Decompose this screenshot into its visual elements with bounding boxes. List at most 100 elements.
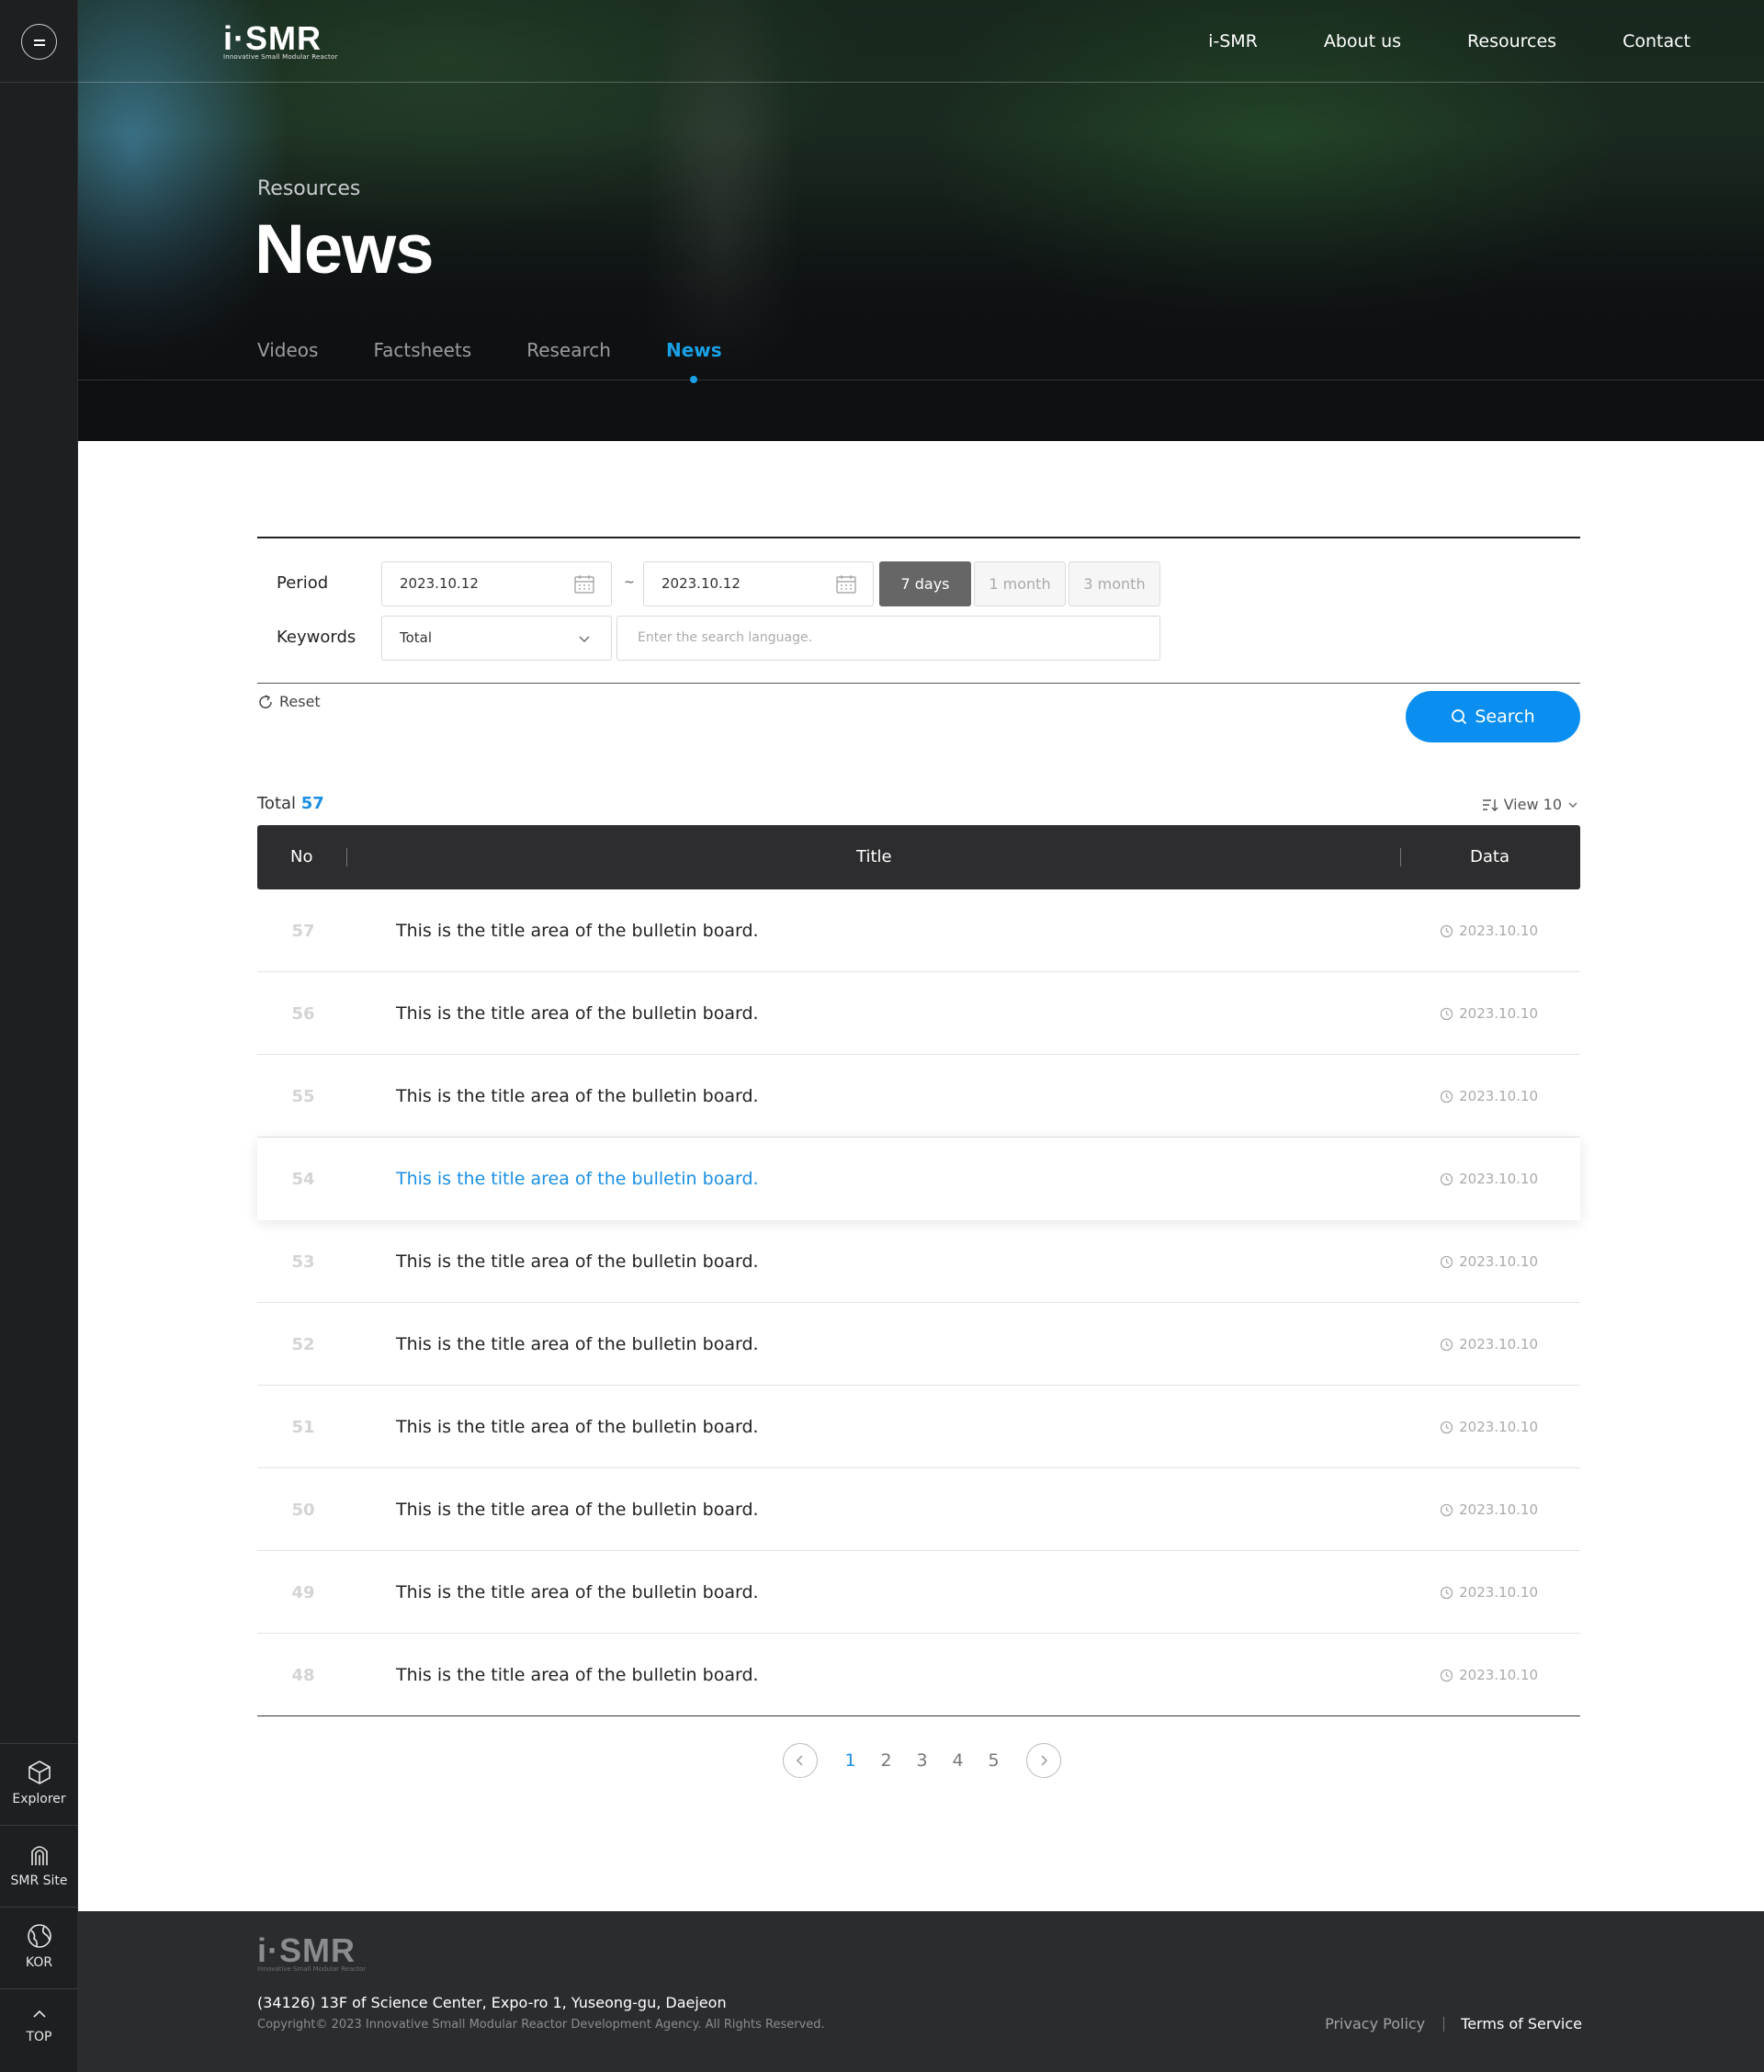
row-title[interactable]: This is the title area of the bulletin b…: [396, 1334, 759, 1354]
tab-research[interactable]: Research: [526, 339, 611, 361]
scroll-top-button[interactable]: TOP: [0, 1988, 78, 2071]
date-range-separator: ~: [624, 575, 635, 590]
page-4[interactable]: 4: [940, 1750, 976, 1771]
total-number: 57: [300, 794, 324, 813]
row-title[interactable]: This is the title area of the bulletin b…: [396, 1169, 759, 1189]
start-date-value: 2023.10.12: [400, 575, 479, 592]
row-title[interactable]: This is the title area of the bulletin b…: [396, 1500, 759, 1520]
row-date: 2023.10.10: [1440, 1501, 1538, 1518]
row-number: 55: [291, 1087, 315, 1106]
privacy-policy-link[interactable]: Privacy Policy: [1325, 2015, 1425, 2032]
keyword-search-input[interactable]: Enter the search language.: [616, 616, 1160, 661]
row-number: 48: [291, 1666, 315, 1685]
table-row[interactable]: 55 This is the title area of the bulleti…: [257, 1055, 1580, 1138]
next-page-button[interactable]: [1026, 1743, 1061, 1778]
total-label: Total: [257, 794, 297, 813]
table-row[interactable]: 56 This is the title area of the bulleti…: [257, 972, 1580, 1055]
row-title[interactable]: This is the title area of the bulletin b…: [396, 1086, 759, 1106]
row-title[interactable]: This is the title area of the bulletin b…: [396, 1665, 759, 1685]
page-title: News: [254, 210, 435, 289]
table-row[interactable]: 51 This is the title area of the bulleti…: [257, 1386, 1580, 1468]
sidebar-explorer-button[interactable]: Explorer: [0, 1743, 78, 1826]
row-date: 2023.10.10: [1440, 1336, 1538, 1353]
row-title[interactable]: This is the title area of the bulletin b…: [396, 1582, 759, 1602]
sidebar-language-button[interactable]: KOR: [0, 1907, 78, 1989]
sidebar-smr-site-label: SMR Site: [10, 1874, 68, 1888]
tab-videos[interactable]: Videos: [257, 339, 318, 361]
globe-icon: [27, 1924, 51, 1948]
site-footer: i·SMR Innovative Small Modular Reactor (…: [78, 1911, 1764, 2072]
view-count-label: View 10: [1503, 796, 1562, 813]
period-7-days-button[interactable]: 7 days: [879, 561, 971, 606]
clock-icon: [1440, 1421, 1453, 1433]
row-date: 2023.10.10: [1440, 1005, 1538, 1022]
main-content: Period 2023.10.12 ~ 2023.10.12 7 days 1 …: [257, 537, 1580, 1778]
chevron-down-icon: [1568, 802, 1577, 808]
chevron-left-icon: [796, 1755, 803, 1766]
row-number: 56: [291, 1004, 315, 1024]
table-row-highlighted[interactable]: 54 This is the title area of the bulleti…: [257, 1138, 1580, 1220]
end-date-field[interactable]: 2023.10.12: [643, 561, 874, 606]
page-3[interactable]: 3: [904, 1750, 940, 1771]
table-row[interactable]: 50 This is the title area of the bulleti…: [257, 1468, 1580, 1551]
cube-icon: [28, 1761, 51, 1784]
reset-label: Reset: [279, 693, 321, 710]
row-title[interactable]: This is the title area of the bulletin b…: [396, 1003, 759, 1024]
nav-item-about-us[interactable]: About us: [1324, 31, 1401, 51]
column-title: Title: [856, 847, 892, 866]
table-row[interactable]: 49 This is the title area of the bulleti…: [257, 1551, 1580, 1634]
scroll-top-label: TOP: [26, 2030, 52, 2044]
keyword-scope-value: Total: [400, 629, 433, 646]
footer-links: Privacy Policy Terms of Service: [1325, 2015, 1582, 2032]
table-row[interactable]: 52 This is the title area of the bulleti…: [257, 1303, 1580, 1386]
page-5[interactable]: 5: [976, 1750, 1012, 1771]
row-date: 2023.10.10: [1440, 1419, 1538, 1435]
page-1[interactable]: 1: [832, 1750, 868, 1771]
row-date: 2023.10.10: [1440, 1088, 1538, 1104]
table-row[interactable]: 53 This is the title area of the bulleti…: [257, 1220, 1580, 1303]
footer-logo-tagline: Innovative Small Modular Reactor: [257, 1965, 367, 1973]
keyword-scope-select[interactable]: Total: [381, 616, 612, 661]
search-button[interactable]: Search: [1406, 691, 1580, 742]
reset-button[interactable]: Reset: [257, 693, 321, 710]
search-filter: Period 2023.10.12 ~ 2023.10.12 7 days 1 …: [257, 538, 1580, 684]
sidebar-smr-site-button[interactable]: SMR Site: [0, 1825, 78, 1908]
view-count-select[interactable]: View 10: [1482, 796, 1578, 813]
column-no: No: [290, 847, 313, 866]
sidebar-divider: [0, 82, 78, 83]
period-label: Period: [277, 573, 329, 593]
terms-of-service-link[interactable]: Terms of Service: [1461, 2015, 1582, 2032]
tab-factsheets[interactable]: Factsheets: [373, 339, 471, 361]
row-number: 52: [291, 1335, 315, 1354]
clock-icon: [1440, 1669, 1453, 1681]
row-date: 2023.10.10: [1440, 1584, 1538, 1601]
clock-icon: [1440, 924, 1453, 937]
tab-news[interactable]: News: [666, 339, 722, 383]
nav-item-contact[interactable]: Contact: [1623, 31, 1690, 51]
prev-page-button[interactable]: [783, 1743, 818, 1778]
page-2[interactable]: 2: [868, 1750, 904, 1771]
clock-icon: [1440, 1255, 1453, 1268]
site-logo[interactable]: i·SMR Innovative Small Modular Reactor: [223, 20, 338, 62]
period-3-month-button[interactable]: 3 month: [1069, 561, 1160, 606]
clock-icon: [1440, 1503, 1453, 1516]
row-title[interactable]: This is the title area of the bulletin b…: [396, 1251, 759, 1272]
menu-icon[interactable]: [21, 24, 57, 60]
chevron-right-icon: [1041, 1755, 1048, 1766]
nav-item-ismr[interactable]: i-SMR: [1208, 31, 1258, 51]
row-title[interactable]: This is the title area of the bulletin b…: [396, 1417, 759, 1437]
column-date: Data: [1470, 847, 1510, 866]
footer-logo-mark: i·SMR: [257, 1931, 356, 1969]
clock-icon: [1440, 1172, 1453, 1185]
calendar-icon[interactable]: [836, 575, 856, 594]
row-number: 53: [291, 1252, 315, 1272]
footer-logo: i·SMR Innovative Small Modular Reactor: [257, 1931, 367, 1974]
table-row[interactable]: 57 This is the title area of the bulleti…: [257, 889, 1580, 972]
nav-item-resources[interactable]: Resources: [1467, 31, 1556, 51]
sub-tabs: Videos Factsheets Research News: [257, 339, 777, 383]
row-title[interactable]: This is the title area of the bulletin b…: [396, 921, 759, 941]
period-1-month-button[interactable]: 1 month: [974, 561, 1066, 606]
table-row[interactable]: 48 This is the title area of the bulleti…: [257, 1634, 1580, 1716]
start-date-field[interactable]: 2023.10.12: [381, 561, 612, 606]
calendar-icon[interactable]: [574, 575, 594, 594]
